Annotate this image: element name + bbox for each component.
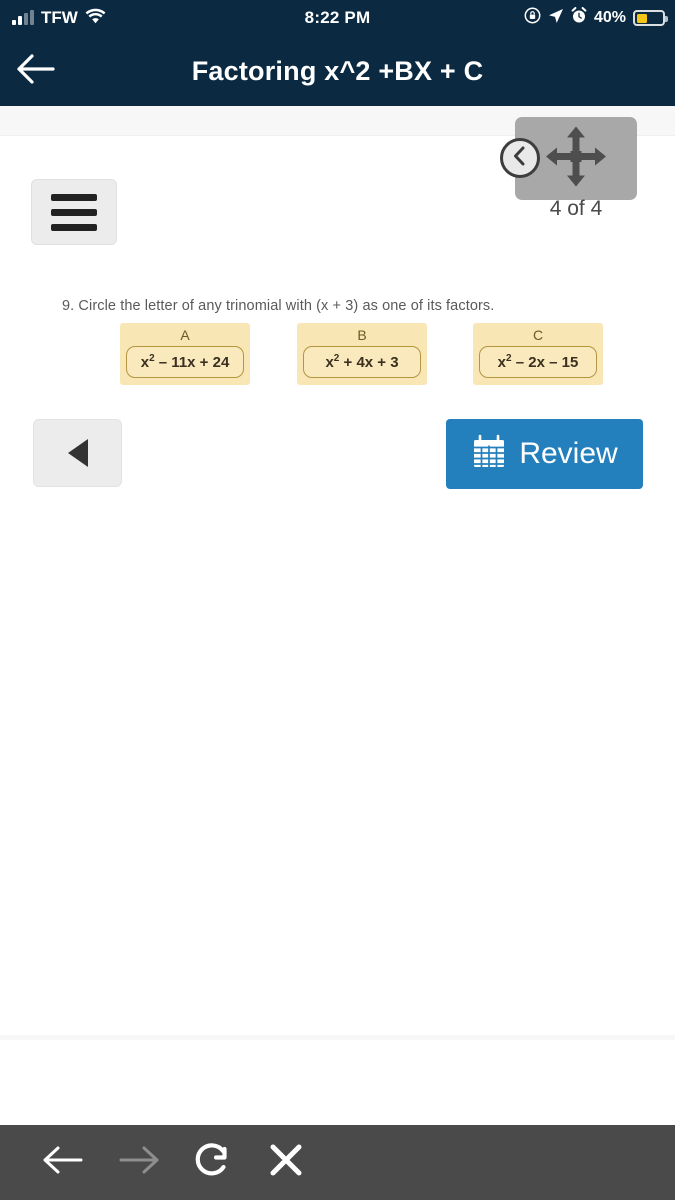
hamburger-bar-3 <box>51 223 97 231</box>
rotation-lock-icon <box>524 7 541 29</box>
option-a-rest: – 11x + 24 <box>154 354 230 371</box>
page-counter: 4 of 4 <box>549 197 603 220</box>
calendar-grid-icon <box>471 434 507 475</box>
option-b-rest: + 4x + 3 <box>339 354 399 371</box>
review-button-label: Review <box>519 437 618 470</box>
option-c-base: x <box>497 354 507 371</box>
status-bar-clock: 8:22 PM <box>304 8 371 27</box>
battery-low-power-icon <box>633 10 668 26</box>
option-expression-c: x2 – 2x – 15 <box>479 346 597 378</box>
option-expression-b: x2 + 4x + 3 <box>303 346 421 378</box>
answer-option-b[interactable]: B x2 + 4x + 3 <box>297 323 427 385</box>
hamburger-bar-2 <box>51 208 97 216</box>
back-button[interactable] <box>0 36 72 106</box>
triangle-left-icon <box>67 439 88 467</box>
option-a-base: x <box>140 354 150 371</box>
back-arrow-icon <box>14 52 58 91</box>
option-b-base: x <box>325 354 334 371</box>
location-arrow-icon <box>548 8 564 29</box>
content-bottom-band <box>0 1035 675 1040</box>
option-expression-a: x2 – 11x + 24 <box>126 346 244 378</box>
review-button[interactable]: Review <box>446 419 643 489</box>
previous-page-button[interactable] <box>500 138 540 178</box>
wifi-icon <box>85 8 106 29</box>
page-title: Factoring x^2 +BX + C <box>191 55 484 86</box>
worksheet-content: 9. Circle the letter of any trinomial wi… <box>0 298 675 395</box>
arrow-right-icon <box>116 1143 160 1182</box>
browser-reload-button[interactable] <box>188 1139 236 1187</box>
carrier-label: TFW <box>41 8 78 27</box>
question-text: 9. Circle the letter of any trinomial wi… <box>62 298 495 314</box>
hamburger-menu-button[interactable] <box>31 179 117 245</box>
title-bar: Factoring x^2 +BX + C <box>0 36 675 106</box>
previous-question-button[interactable] <box>33 419 122 487</box>
move-four-way-arrows-icon <box>542 122 610 195</box>
browser-forward-button[interactable] <box>114 1139 162 1187</box>
signal-bars-icon <box>12 10 34 25</box>
arrow-left-icon <box>42 1143 86 1182</box>
browser-back-button[interactable] <box>40 1139 88 1187</box>
close-x-icon <box>268 1142 304 1183</box>
browser-toolbar <box>0 1125 675 1200</box>
browser-close-button[interactable] <box>262 1139 310 1187</box>
option-c-rest: – 2x – 15 <box>511 354 579 371</box>
answer-option-c[interactable]: C x2 – 2x – 15 <box>473 323 603 385</box>
option-letter-c: C <box>532 327 544 343</box>
answer-option-a[interactable]: A x2 – 11x + 24 <box>120 323 250 385</box>
answer-options: A x2 – 11x + 24 B x2 + 4x + 3 C x2 – 2x … <box>0 323 675 395</box>
status-bar-left: TFW <box>0 8 223 29</box>
battery-percent-label: 40% <box>593 9 626 26</box>
hamburger-menu-icon <box>51 193 97 201</box>
option-letter-a: A <box>180 327 190 343</box>
alarm-clock-icon <box>571 7 587 29</box>
phone-screen: TFW 8:22 PM 40% Factoring x^2 +BX + C 4 … <box>0 0 675 1200</box>
status-bar: TFW 8:22 PM 40% <box>0 0 675 36</box>
status-bar-right: 40% <box>452 7 675 29</box>
chevron-left-circle-icon <box>512 146 528 171</box>
reload-circular-arrow-icon <box>192 1140 232 1185</box>
option-letter-b: B <box>357 327 367 343</box>
